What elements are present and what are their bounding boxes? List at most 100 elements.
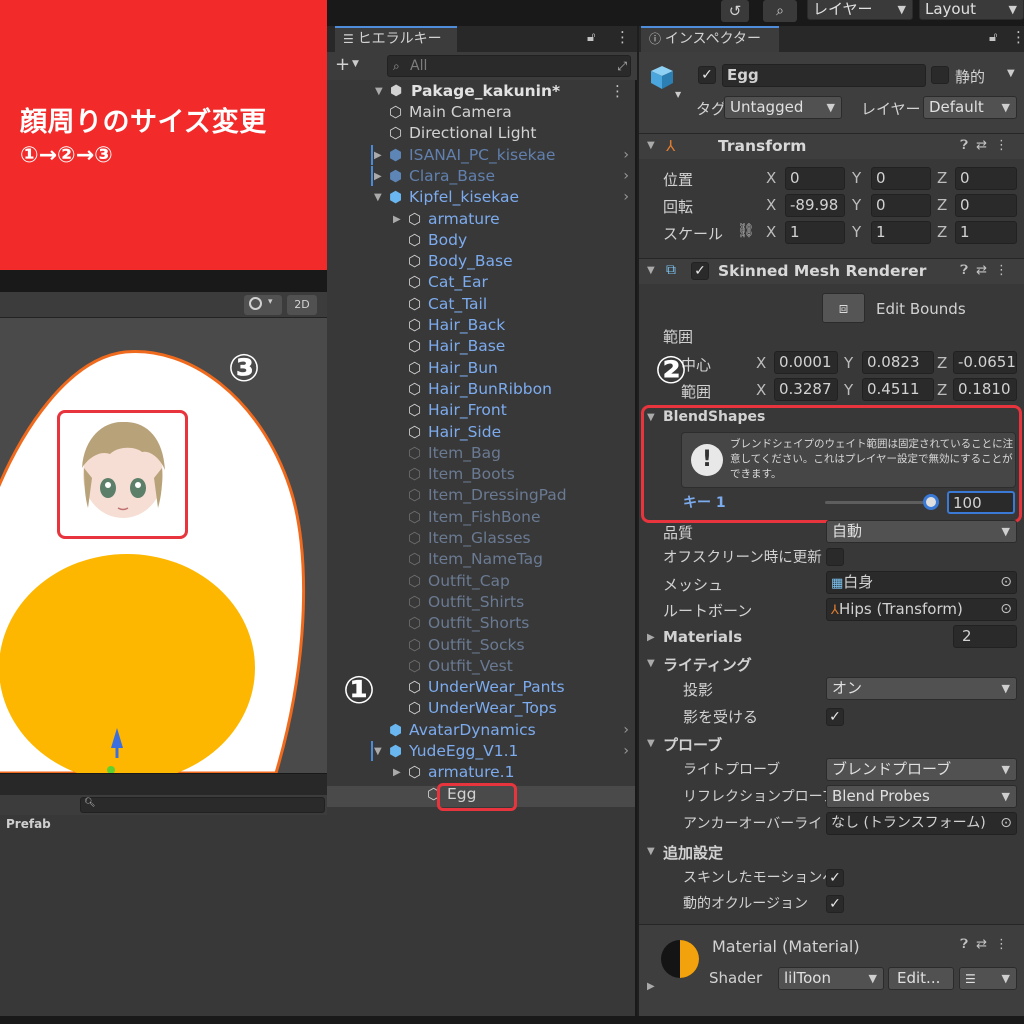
hierarchy-row[interactable]: ⬡ Outfit_Cap <box>327 571 637 592</box>
chevron-right-icon[interactable]: › <box>623 166 629 187</box>
scale-z-field[interactable]: 1 <box>955 221 1017 244</box>
expand-arrow-icon[interactable]: ▶ <box>393 209 401 230</box>
scale-y-field[interactable]: 1 <box>871 221 931 244</box>
position-z-field[interactable]: 0 <box>955 167 1017 190</box>
add-object-button[interactable]: + <box>335 54 350 75</box>
lock-icon[interactable]: 🔓︎ <box>587 30 595 45</box>
center-z-field[interactable]: -0.0651 <box>953 351 1017 374</box>
transform-header[interactable]: ▼ ⅄ Transform ❓︎⇄⋮ <box>639 133 1024 159</box>
smr-header[interactable]: ▼ ⧉ ✓ Skinned Mesh Renderer ❓︎⇄⋮ <box>639 258 1024 284</box>
hierarchy-row[interactable]: ⬡ Hair_Front <box>327 400 637 421</box>
fold-arrow-icon[interactable]: ▼ <box>647 738 655 749</box>
hierarchy-row[interactable]: ⬡ Item_Boots <box>327 464 637 485</box>
fold-arrow-icon[interactable]: ▶ <box>647 981 655 992</box>
hierarchy-row[interactable]: ▼ ⬢ YudeEgg_V1.1 › <box>327 741 637 762</box>
hierarchy-row[interactable]: ⬡ Main Camera <box>327 102 637 123</box>
rotation-x-field[interactable]: -89.98 <box>785 194 845 217</box>
chevron-right-icon[interactable]: › <box>623 720 629 741</box>
offscreen-checkbox[interactable] <box>826 548 844 566</box>
scene-view[interactable]: ③ <box>0 318 327 773</box>
fold-arrow-icon[interactable]: ▼ <box>647 658 655 669</box>
preset-icon[interactable]: ⇄ <box>976 937 995 952</box>
expand-arrow-icon[interactable]: ▶ <box>374 145 382 166</box>
component-actions[interactable]: ❓︎⇄⋮ <box>960 138 1016 153</box>
link-icon[interactable]: ⛓︎ <box>737 223 755 239</box>
materials-count-field[interactable]: 2 <box>953 625 1017 648</box>
layout-dropdown[interactable]: Layout ▼ <box>919 0 1024 20</box>
layer-dropdown[interactable]: Default ▼ <box>923 96 1017 119</box>
extent-y-field[interactable]: 0.4511 <box>862 378 934 401</box>
hierarchy-row[interactable]: ⬡ Item_Bag <box>327 443 637 464</box>
kebab-menu-icon[interactable]: ⋮ <box>1011 28 1024 46</box>
search-button[interactable]: ⌕ <box>763 0 797 22</box>
expand-arrow-icon[interactable]: ▶ <box>393 762 401 783</box>
chevron-right-icon[interactable]: › <box>623 187 629 208</box>
kebab-menu-icon[interactable]: ⋮ <box>995 937 1016 952</box>
shader-dropdown[interactable]: lilToon ▼ <box>778 967 884 990</box>
scale-x-field[interactable]: 1 <box>785 221 845 244</box>
hierarchy-row[interactable]: ⬡ Outfit_Socks <box>327 635 637 656</box>
cast-shadows-dropdown[interactable]: オン ▼ <box>826 677 1017 700</box>
hierarchy-row[interactable]: ⬡ Outfit_Shorts <box>327 613 637 634</box>
hierarchy-row[interactable]: ⬡ Outfit_Shirts <box>327 592 637 613</box>
hierarchy-row[interactable]: ▶ ⬢ ISANAI_PC_kisekae › <box>327 144 637 166</box>
help-icon[interactable]: ❓︎ <box>960 138 976 153</box>
receive-shadows-checkbox[interactable]: ✓ <box>826 708 844 726</box>
hierarchy-row[interactable]: ▶ ⬡ armature <box>327 209 637 230</box>
help-icon[interactable]: ❓︎ <box>960 263 976 278</box>
hierarchy-row[interactable]: ⬡ Cat_Ear <box>327 272 637 293</box>
kebab-menu-icon[interactable]: ⋮ <box>610 81 625 102</box>
position-y-field[interactable]: 0 <box>871 167 931 190</box>
hierarchy-row[interactable]: ⬡ Hair_Side <box>327 422 637 443</box>
expand-arrow-icon[interactable]: ▼ <box>374 741 382 762</box>
hierarchy-row[interactable]: ⬡ Hair_BunRibbon <box>327 379 637 400</box>
hierarchy-row[interactable]: ⬡ Outfit_Vest <box>327 656 637 677</box>
extent-x-field[interactable]: 0.3287 <box>774 378 838 401</box>
tab-inspector[interactable]: ⓘ インスペクター <box>641 26 779 52</box>
chevron-right-icon[interactable]: › <box>623 741 629 762</box>
hierarchy-row[interactable]: ▶ ⬢ Clara_Base › <box>327 165 637 187</box>
fold-arrow-icon[interactable]: ▶ <box>647 632 655 643</box>
kebab-menu-icon[interactable]: ⋮ <box>615 28 630 46</box>
project-search-input[interactable]: 🔍︎ <box>80 797 325 813</box>
component-actions[interactable]: ❓︎⇄⋮ <box>960 937 1016 952</box>
hierarchy-row[interactable]: ⬡ UnderWear_Pants <box>327 677 637 698</box>
root-bone-field[interactable]: ⅄Hips (Transform) ⊙ <box>826 598 1017 621</box>
hierarchy-row[interactable]: ⬡ Body_Base <box>327 251 637 272</box>
hierarchy-row[interactable]: ⬡ Item_FishBone <box>327 507 637 528</box>
mesh-field[interactable]: ▦白身 ⊙ <box>826 571 1017 594</box>
hierarchy-row[interactable]: ⬡ Item_NameTag <box>327 549 637 570</box>
smr-enabled-checkbox[interactable]: ✓ <box>691 262 709 280</box>
center-y-field[interactable]: 0.0823 <box>862 351 934 374</box>
object-picker-icon[interactable]: ⊙ <box>1000 813 1012 834</box>
preset-icon[interactable]: ⇄ <box>976 138 995 153</box>
history-button[interactable]: ↺ <box>721 0 749 22</box>
shader-options-dropdown[interactable]: ☰ ▼ <box>959 967 1017 990</box>
lock-icon[interactable]: 🔓︎ <box>989 30 997 45</box>
hierarchy-row[interactable]: ⬡ Item_DressingPad <box>327 485 637 506</box>
anchor-override-field[interactable]: なし (トランスフォーム) ⊙ <box>826 812 1017 835</box>
component-actions[interactable]: ❓︎⇄⋮ <box>960 263 1016 278</box>
help-icon[interactable]: ❓︎ <box>960 937 976 952</box>
object-picker-icon[interactable]: ⊙ <box>1000 599 1012 620</box>
hierarchy-row[interactable]: ⬢ AvatarDynamics › <box>327 720 637 741</box>
extent-z-field[interactable]: 0.1810 <box>953 378 1017 401</box>
tab-hierarchy[interactable]: ☰ ヒエラルキー <box>335 26 457 52</box>
hierarchy-row[interactable]: ▼ ⬢ Kipfel_kisekae › <box>327 187 637 208</box>
hierarchy-row[interactable]: ▶ ⬡ armature.1 <box>327 762 637 783</box>
hierarchy-row[interactable]: ⬡ Hair_Back <box>327 315 637 336</box>
hierarchy-row[interactable]: ⬡ Body <box>327 230 637 251</box>
tag-dropdown[interactable]: Untagged ▼ <box>724 96 842 119</box>
expand-arrow-icon[interactable]: ▼ <box>374 187 382 208</box>
hierarchy-row[interactable]: ⬡ Hair_Base <box>327 336 637 357</box>
kebab-menu-icon[interactable]: ⋮ <box>995 138 1016 153</box>
lighting-toggle[interactable]: ▾ <box>244 295 282 315</box>
hierarchy-row[interactable]: ⬡ Item_Glasses <box>327 528 637 549</box>
chevron-down-icon[interactable]: ▼ <box>1007 68 1015 79</box>
rotation-y-field[interactable]: 0 <box>871 194 931 217</box>
hierarchy-row[interactable]: ⬡ Hair_Bun <box>327 358 637 379</box>
skinned-motion-checkbox[interactable]: ✓ <box>826 869 844 887</box>
light-probe-dropdown[interactable]: ブレンドプローブ ▼ <box>826 758 1017 781</box>
rotation-z-field[interactable]: 0 <box>955 194 1017 217</box>
preset-icon[interactable]: ⇄ <box>976 263 995 278</box>
